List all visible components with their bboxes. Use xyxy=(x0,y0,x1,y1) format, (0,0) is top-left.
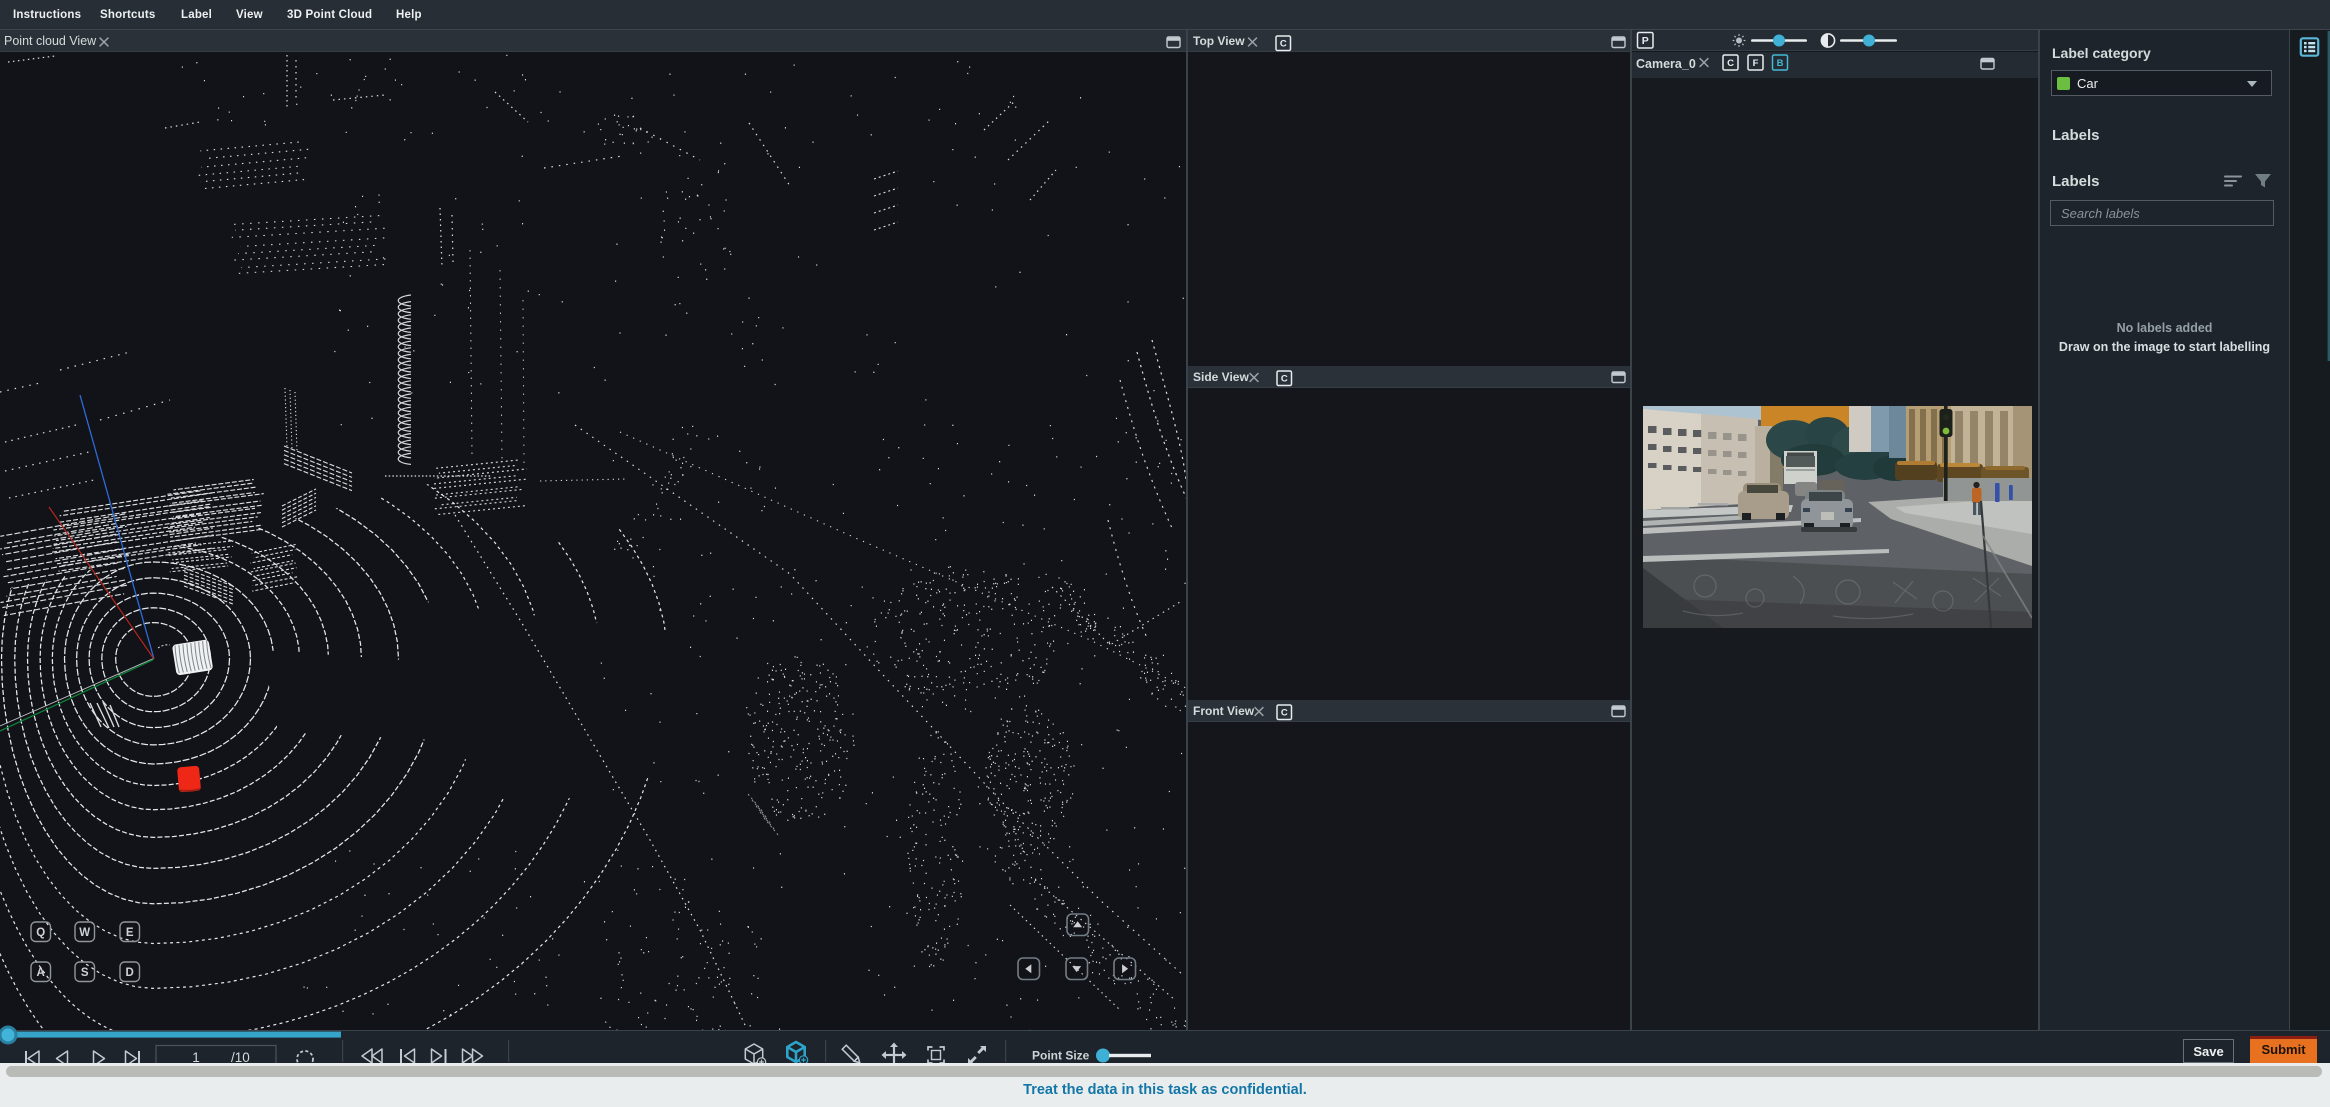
svg-text:C: C xyxy=(1281,374,1288,385)
svg-text:C: C xyxy=(1727,58,1734,69)
svg-text:P: P xyxy=(1642,35,1649,47)
svg-text:Point Size: Point Size xyxy=(1032,1049,1090,1063)
svg-text:C: C xyxy=(1280,39,1287,50)
svg-text:C: C xyxy=(1281,708,1288,719)
svg-text:F: F xyxy=(1753,58,1759,69)
svg-text:B: B xyxy=(1777,58,1784,69)
